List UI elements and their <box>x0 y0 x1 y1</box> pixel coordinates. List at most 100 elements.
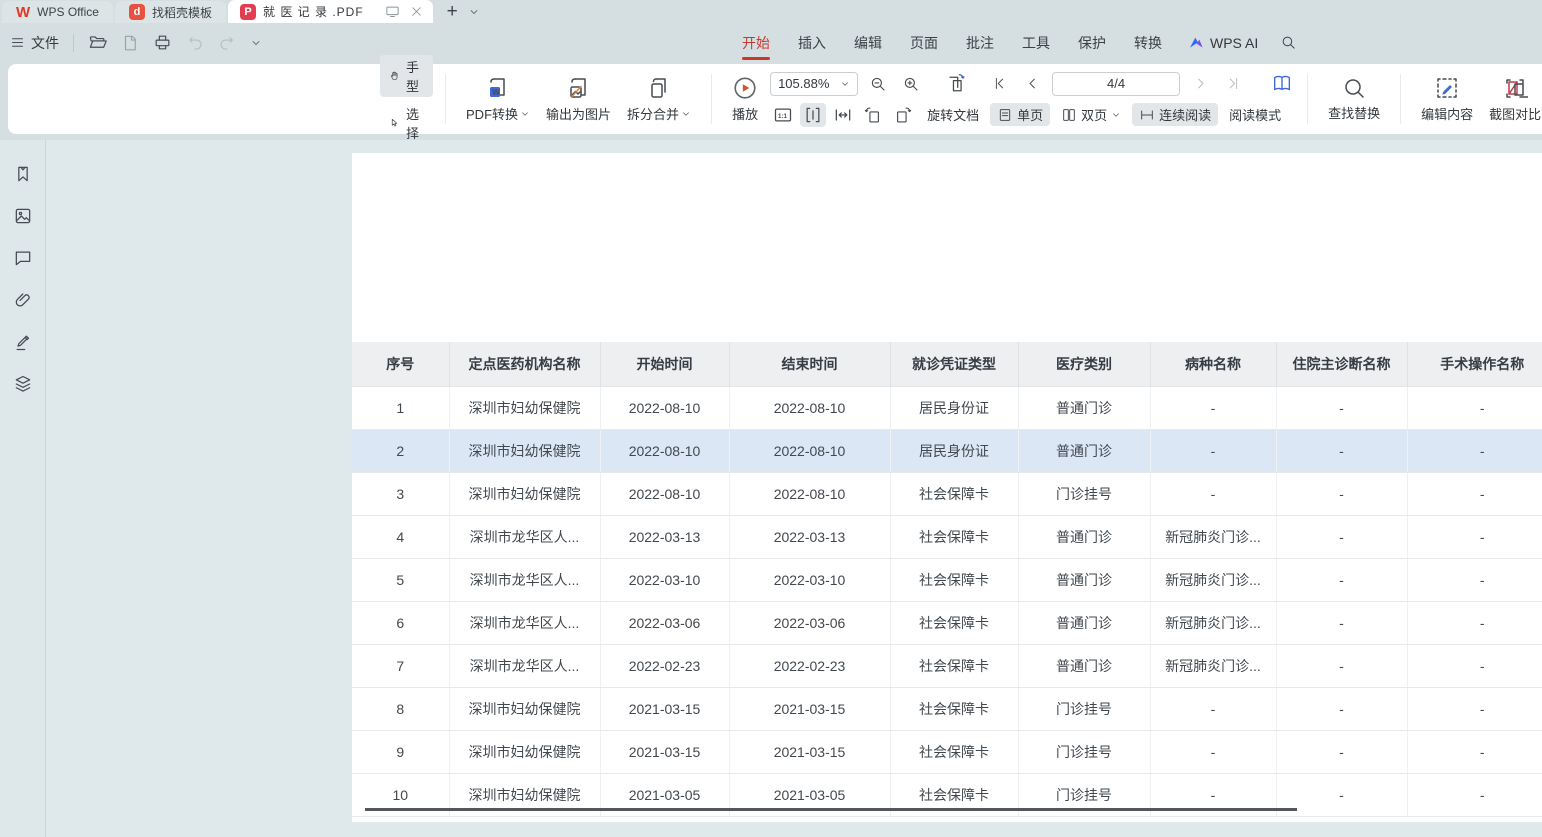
col-header-operation-name: 手术操作名称 <box>1407 342 1542 386</box>
table-cell: 普通门诊 <box>1018 515 1150 558</box>
tab-document[interactable]: P 就 医 记 录 .PDF <box>228 0 433 23</box>
close-tab-icon[interactable] <box>410 5 423 18</box>
menu-page[interactable]: 页面 <box>896 23 952 62</box>
rotate-right-icon[interactable] <box>890 103 916 127</box>
undo-icon[interactable] <box>186 34 204 52</box>
actual-size-icon[interactable]: 1:1 <box>770 103 796 127</box>
edit-content-button[interactable]: 编辑内容 <box>1413 75 1481 123</box>
print-icon[interactable] <box>153 33 172 52</box>
zoom-out-icon[interactable] <box>865 72 891 96</box>
split-merge-icon <box>646 75 672 101</box>
table-row[interactable]: 9深圳市妇幼保健院2021-03-152021-03-15社会保障卡门诊挂号--… <box>352 730 1542 773</box>
menu-protect[interactable]: 保护 <box>1064 23 1120 62</box>
table-row[interactable]: 3深圳市妇幼保健院2022-08-102022-08-10社会保障卡门诊挂号--… <box>352 472 1542 515</box>
save-icon[interactable] <box>121 34 139 52</box>
pdf-convert-button[interactable]: W PDF转换 <box>458 75 538 123</box>
table-row[interactable]: 2深圳市妇幼保健院2022-08-102022-08-10居民身份证普通门诊--… <box>352 429 1542 472</box>
quickbar-chevron-icon[interactable] <box>250 37 262 49</box>
pdf-page: 序号 定点医药机构名称 开始时间 结束时间 就诊凭证类型 医疗类别 病种名称 住… <box>352 153 1542 822</box>
menu-edit[interactable]: 编辑 <box>840 23 896 62</box>
table-cell: 2022-08-10 <box>600 472 729 515</box>
split-merge-button[interactable]: 拆分合并 <box>619 75 699 123</box>
tab-list-chevron-icon[interactable] <box>468 5 480 23</box>
table-cell: 深圳市妇幼保健院 <box>449 429 600 472</box>
previous-page-icon[interactable] <box>1019 72 1045 96</box>
table-cell: 5 <box>352 558 449 601</box>
wps-logo-icon: W <box>16 4 30 20</box>
continuous-read-button[interactable]: 连续阅读 <box>1132 103 1218 126</box>
wps-ai-button[interactable]: WPS AI <box>1176 35 1270 51</box>
page-indicator-input[interactable] <box>1052 72 1180 96</box>
attachments-icon[interactable] <box>11 288 35 312</box>
table-row[interactable]: 8深圳市妇幼保健院2021-03-152021-03-15社会保障卡门诊挂号--… <box>352 687 1542 730</box>
table-row[interactable]: 5深圳市龙华区人...2022-03-102022-03-10社会保障卡普通门诊… <box>352 558 1542 601</box>
ribbon-search-icon[interactable] <box>1270 34 1307 51</box>
last-page-icon[interactable] <box>1220 72 1246 96</box>
menu-comment[interactable]: 批注 <box>952 23 1008 62</box>
table-cell: 8 <box>352 687 449 730</box>
table-cell: 新冠肺炎门诊... <box>1150 515 1276 558</box>
play-button[interactable]: 播放 <box>724 75 766 123</box>
first-page-icon[interactable] <box>986 72 1012 96</box>
comments-icon[interactable] <box>11 246 35 270</box>
find-replace-label: 查找替换 <box>1328 103 1380 122</box>
redo-icon[interactable] <box>218 34 236 52</box>
table-cell: 社会保障卡 <box>890 644 1018 687</box>
table-cell: - <box>1407 730 1542 773</box>
bookmarks-icon[interactable] <box>11 162 35 186</box>
fit-page-icon[interactable] <box>800 103 826 127</box>
menu-home[interactable]: 开始 <box>728 23 784 62</box>
single-page-button[interactable]: 单页 <box>990 103 1050 126</box>
open-file-icon[interactable] <box>88 33 107 52</box>
rotate-doc-label[interactable]: 旋转文档 <box>920 103 986 126</box>
left-panel-rail <box>0 140 46 837</box>
file-menu-button[interactable]: 文件 <box>10 33 59 53</box>
screenshot-compare-button[interactable]: 截图对比 <box>1481 75 1542 123</box>
zoom-level-select[interactable]: 105.88% <box>770 72 858 96</box>
export-image-icon <box>566 75 592 101</box>
col-header-credential-type: 就诊凭证类型 <box>890 342 1018 386</box>
table-cell: 2022-03-06 <box>729 601 890 644</box>
table-cell: - <box>1407 773 1542 816</box>
table-row[interactable]: 4深圳市龙华区人...2022-03-132022-03-13社会保障卡普通门诊… <box>352 515 1542 558</box>
tab-wps-home[interactable]: W WPS Office <box>2 1 113 23</box>
table-cell: 普通门诊 <box>1018 601 1150 644</box>
edit-content-icon <box>1434 75 1460 101</box>
col-header-end-time: 结束时间 <box>729 342 890 386</box>
menu-convert[interactable]: 转换 <box>1120 23 1176 62</box>
double-page-button[interactable]: 双页 <box>1054 103 1128 126</box>
select-tool-button[interactable]: 选择 <box>380 102 433 144</box>
signature-icon[interactable] <box>11 330 35 354</box>
table-row[interactable]: 6深圳市龙华区人...2022-03-062022-03-06社会保障卡普通门诊… <box>352 601 1542 644</box>
read-mode-icon[interactable] <box>1269 72 1295 96</box>
table-row[interactable]: 1深圳市妇幼保健院2022-08-102022-08-10居民身份证普通门诊--… <box>352 386 1542 429</box>
find-replace-button[interactable]: 查找替换 <box>1320 76 1388 122</box>
read-mode-button[interactable]: 阅读模式 <box>1222 103 1288 126</box>
rotate-left-icon[interactable] <box>860 103 886 127</box>
hand-icon <box>389 68 400 84</box>
table-row[interactable]: 7深圳市龙华区人...2022-02-232022-02-23社会保障卡普通门诊… <box>352 644 1542 687</box>
thumbnails-icon[interactable] <box>11 204 35 228</box>
chevron-down-icon <box>840 79 850 89</box>
zoom-in-icon[interactable] <box>898 72 924 96</box>
menu-insert[interactable]: 插入 <box>784 23 840 62</box>
pdf-convert-label: PDF转换 <box>466 104 518 123</box>
table-cell: - <box>1150 472 1276 515</box>
menu-tools[interactable]: 工具 <box>1008 23 1064 62</box>
fit-width-icon[interactable] <box>830 103 856 127</box>
tab-docer[interactable]: d 找稻壳模板 <box>115 1 226 23</box>
rotate-pages-icon[interactable] <box>943 72 969 96</box>
table-cell: 深圳市妇幼保健院 <box>449 730 600 773</box>
next-page-icon[interactable] <box>1187 72 1213 96</box>
export-image-button[interactable]: 输出为图片 <box>538 75 619 123</box>
hand-tool-button[interactable]: 手型 <box>380 55 433 97</box>
table-cell: 3 <box>352 472 449 515</box>
find-replace-icon <box>1342 76 1366 100</box>
new-tab-button[interactable]: + <box>447 1 458 23</box>
horizontal-scrollbar[interactable] <box>365 808 1297 811</box>
layers-icon[interactable] <box>11 372 35 396</box>
present-to-screen-icon[interactable] <box>385 4 400 19</box>
table-cell: 2022-08-10 <box>729 386 890 429</box>
col-header-main-diagnosis: 住院主诊断名称 <box>1276 342 1407 386</box>
table-cell: - <box>1407 644 1542 687</box>
